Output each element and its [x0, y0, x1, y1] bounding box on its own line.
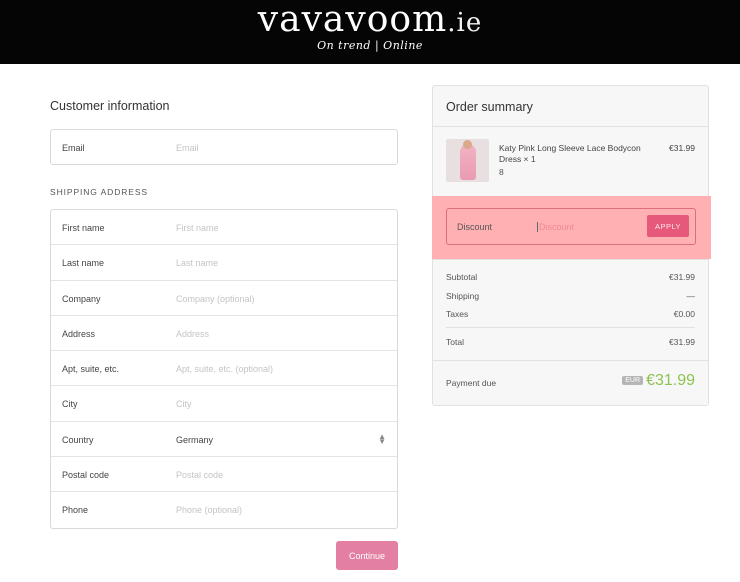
product-thumbnail	[446, 139, 489, 182]
country-field[interactable]: Country Germany ▲ ▼	[51, 422, 397, 458]
subtotal-label: Subtotal	[446, 272, 478, 282]
first-name-input[interactable]: First name	[176, 223, 219, 233]
divider	[433, 360, 708, 361]
postal-code-label: Postal code	[62, 470, 110, 481]
select-arrows-icon[interactable]: ▲ ▼	[378, 432, 386, 445]
apt-suite-field[interactable]: Apt, suite, etc. Apt, suite, etc. (optio…	[51, 351, 397, 387]
apt-suite-label: Apt, suite, etc.	[62, 364, 120, 375]
divider	[446, 327, 695, 328]
continue-button[interactable]: Continue	[336, 541, 398, 570]
tagline: On trend | Online	[317, 39, 423, 52]
payment-due-value: €31.99	[646, 372, 695, 389]
city-field[interactable]: City City	[51, 386, 397, 422]
company-field[interactable]: Company Company (optional)	[51, 281, 397, 316]
site-header: vavavoom.ie On trend | Online	[0, 0, 740, 64]
payment-due-label: Payment due	[446, 378, 497, 388]
company-input[interactable]: Company (optional)	[176, 294, 255, 304]
customer-info-title: Customer information	[50, 99, 170, 113]
order-summary-title: Order summary	[446, 100, 533, 114]
model-head-icon	[463, 140, 472, 149]
country-select[interactable]: Germany	[176, 435, 213, 445]
company-label: Company	[62, 293, 101, 304]
logo[interactable]: vavavoom.ie	[0, 2, 740, 41]
total-label: Total	[446, 337, 464, 347]
subtotal-value: €31.99	[669, 272, 695, 282]
shipping-address-form: First name First name Last name Last nam…	[50, 209, 398, 529]
divider	[433, 126, 708, 127]
product-price: €31.99	[669, 143, 695, 153]
address-input[interactable]: Address	[176, 329, 209, 339]
discount-label: Discount	[457, 222, 493, 232]
shipping-address-title: SHIPPING ADDRESS	[50, 187, 149, 197]
first-name-label: First name	[62, 223, 105, 233]
divider	[433, 259, 708, 260]
discount-input[interactable]: Discount	[537, 222, 574, 232]
apply-discount-button[interactable]: APPLY	[647, 215, 689, 237]
total-row: Total €31.99	[446, 337, 695, 347]
address-label: Address	[62, 328, 96, 339]
phone-input[interactable]: Phone (optional)	[176, 505, 242, 515]
city-label: City	[62, 399, 78, 410]
first-name-field[interactable]: First name First name	[51, 210, 397, 246]
last-name-input[interactable]: Last name	[176, 258, 218, 268]
phone-label: Phone	[62, 505, 89, 516]
taxes-row: Taxes €0.00	[446, 309, 695, 319]
last-name-label: Last name	[62, 258, 105, 269]
logo-main: vavavoom	[257, 0, 448, 40]
logo-suffix: .ie	[447, 8, 483, 38]
last-name-field[interactable]: Last name Last name	[51, 245, 397, 281]
city-input[interactable]: City	[176, 399, 192, 409]
email-field[interactable]: Email Email	[51, 130, 397, 164]
total-value: €31.99	[669, 337, 695, 347]
shipping-value: —	[686, 291, 696, 301]
country-label: Country	[62, 434, 94, 445]
phone-field[interactable]: Phone Phone (optional)	[51, 492, 397, 527]
email-input[interactable]: Email	[176, 143, 199, 153]
currency-badge: EUR	[622, 376, 643, 385]
product-variant: 8	[499, 167, 504, 177]
taxes-label: Taxes	[446, 309, 469, 319]
email-field-group: Email Email	[50, 129, 398, 165]
shipping-row: Shipping —	[446, 291, 695, 301]
postal-code-input[interactable]: Postal code	[176, 470, 223, 480]
dress-image-icon	[460, 144, 476, 180]
taxes-value: €0.00	[673, 309, 695, 319]
discount-field[interactable]: Discount Discount APPLY	[446, 208, 696, 245]
subtotal-row: Subtotal €31.99	[446, 272, 695, 282]
shipping-label: Shipping	[446, 291, 480, 301]
apt-suite-input[interactable]: Apt, suite, etc. (optional)	[176, 364, 273, 374]
email-label: Email	[62, 143, 85, 153]
postal-code-field[interactable]: Postal code Postal code	[51, 457, 397, 493]
product-name: Katy Pink Long Sleeve Lace Bodycon Dress…	[499, 143, 641, 164]
address-field[interactable]: Address Address	[51, 316, 397, 352]
